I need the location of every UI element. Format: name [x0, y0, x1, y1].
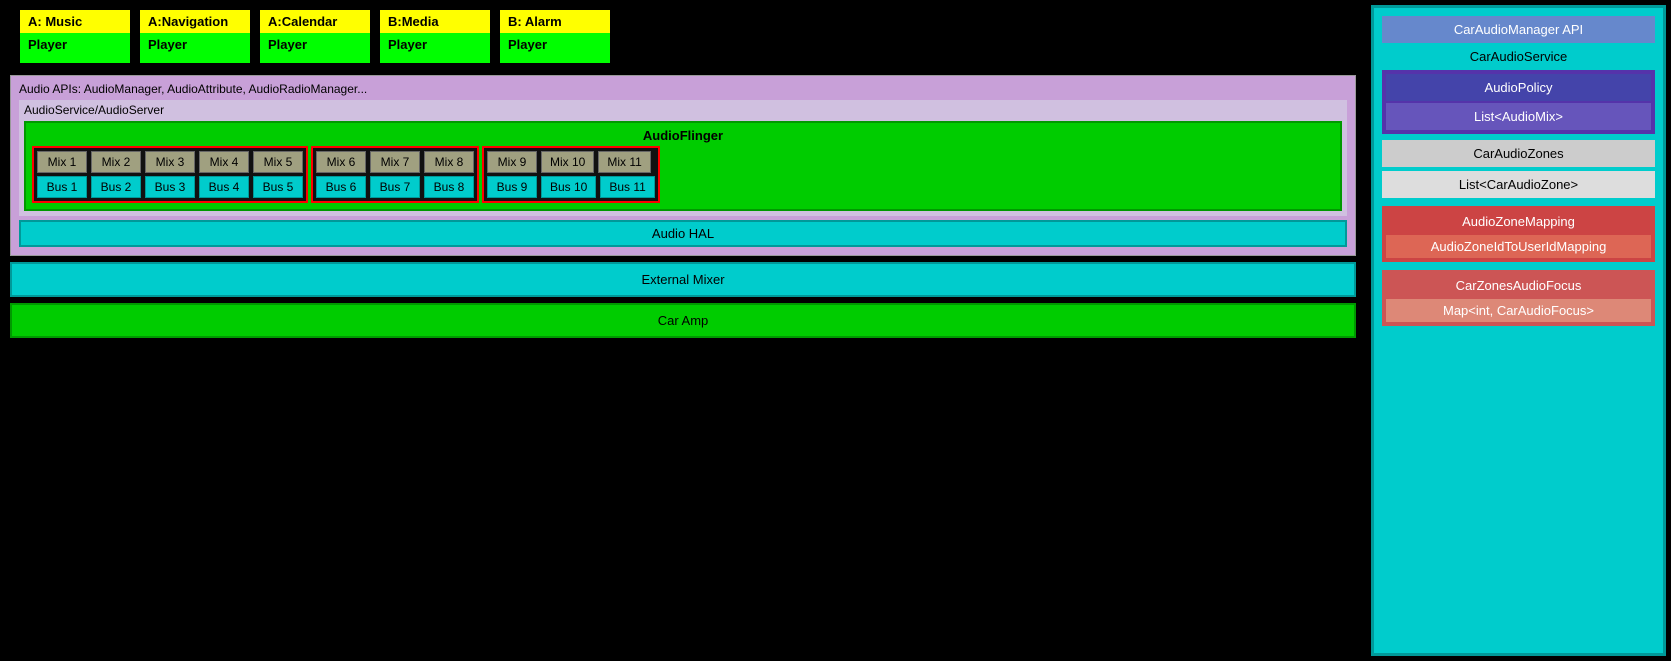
- app-label-music: A: Music: [20, 10, 130, 33]
- bus11: Bus 11: [600, 176, 654, 198]
- car-audio-manager-api: CarAudioManager API: [1382, 16, 1655, 43]
- app-label-alarm: B: Alarm: [500, 10, 610, 33]
- zone2-mix-row: Mix 6 Mix 7 Mix 8: [316, 151, 474, 173]
- audio-policy-group: AudioPolicy List<AudioMix>: [1382, 70, 1655, 134]
- zone1-block: Mix 1 Mix 2 Mix 3 Mix 4 Mix 5 Bus 1 Bus …: [32, 146, 308, 203]
- zone2-block: Mix 6 Mix 7 Mix 8 Bus 6 Bus 7 Bus 8: [311, 146, 479, 203]
- zone3-block: Mix 9 Mix 10 Mix 11 Bus 9 Bus 10 Bus 11: [482, 146, 660, 203]
- player-box-navigation: Player: [140, 33, 250, 63]
- zone1-mix-row: Mix 1 Mix 2 Mix 3 Mix 4 Mix 5: [37, 151, 303, 173]
- mix5: Mix 5: [253, 151, 303, 173]
- zone3-bus-row: Bus 9 Bus 10 Bus 11: [487, 176, 655, 198]
- audio-zone-mapping: AudioZoneMapping: [1386, 210, 1651, 233]
- audio-service-label: AudioService/AudioServer: [24, 103, 1342, 117]
- car-audio-service-label: CarAudioService: [1382, 47, 1655, 66]
- mix3: Mix 3: [145, 151, 195, 173]
- bus5: Bus 5: [253, 176, 303, 198]
- mix4: Mix 4: [199, 151, 249, 173]
- bus6: Bus 6: [316, 176, 366, 198]
- bus1: Bus 1: [37, 176, 87, 198]
- app-label-media: B:Media: [380, 10, 490, 33]
- player-box-media: Player: [380, 33, 490, 63]
- mix1: Mix 1: [37, 151, 87, 173]
- bus8: Bus 8: [424, 176, 474, 198]
- list-car-audio-zone: List<CarAudioZone>: [1382, 171, 1655, 198]
- audio-zone-id-mapping: AudioZoneIdToUserIdMapping: [1386, 235, 1651, 258]
- mix7: Mix 7: [370, 151, 420, 173]
- player-box-music: Player: [20, 33, 130, 63]
- app-player-music: A: Music Player: [20, 10, 130, 63]
- mix8: Mix 8: [424, 151, 474, 173]
- audio-service-layer: AudioService/AudioServer AudioFlinger Mi…: [19, 100, 1347, 216]
- main-diagram: A: Music Player A:Navigation Player A:Ca…: [0, 0, 1366, 661]
- audio-policy: AudioPolicy: [1386, 74, 1651, 101]
- layers-container: Audio APIs: AudioManager, AudioAttribute…: [10, 75, 1356, 256]
- bus3: Bus 3: [145, 176, 195, 198]
- mix10: Mix 10: [541, 151, 594, 173]
- audioflinger-container: AudioFlinger Mix 1 Mix 2 Mix 3 Mix 4 Mix…: [24, 121, 1342, 211]
- zone2-bus-row: Bus 6 Bus 7 Bus 8: [316, 176, 474, 198]
- audioflinger-label: AudioFlinger: [32, 125, 1334, 146]
- bus4: Bus 4: [199, 176, 249, 198]
- app-label-calendar: A:Calendar: [260, 10, 370, 33]
- bus2: Bus 2: [91, 176, 141, 198]
- car-audio-zones: CarAudioZones: [1382, 140, 1655, 167]
- mix11: Mix 11: [598, 151, 650, 173]
- bus10: Bus 10: [541, 176, 596, 198]
- mix6: Mix 6: [316, 151, 366, 173]
- app-player-navigation: A:Navigation Player: [140, 10, 250, 63]
- app-player-alarm: B: Alarm Player: [500, 10, 610, 63]
- player-box-calendar: Player: [260, 33, 370, 63]
- external-mixer-layer: External Mixer: [10, 262, 1356, 297]
- app-label-navigation: A:Navigation: [140, 10, 250, 33]
- app-player-media: B:Media Player: [380, 10, 490, 63]
- list-audiomix: List<AudioMix>: [1386, 103, 1651, 130]
- zone3-mix-row: Mix 9 Mix 10 Mix 11: [487, 151, 655, 173]
- map-car-audio-focus: Map<int, CarAudioFocus>: [1386, 299, 1651, 322]
- audio-hal-layer: Audio HAL: [19, 220, 1347, 247]
- zone1-bus-row: Bus 1 Bus 2 Bus 3 Bus 4 Bus 5: [37, 176, 303, 198]
- right-panel: CarAudioManager API CarAudioService Audi…: [1371, 5, 1666, 656]
- bus7: Bus 7: [370, 176, 420, 198]
- app-player-calendar: A:Calendar Player: [260, 10, 370, 63]
- audio-zone-mapping-group: AudioZoneMapping AudioZoneIdToUserIdMapp…: [1382, 206, 1655, 262]
- mix-bus-area: Mix 1 Mix 2 Mix 3 Mix 4 Mix 5 Bus 1 Bus …: [32, 146, 1334, 203]
- car-zones-audio-focus: CarZonesAudioFocus: [1386, 274, 1651, 297]
- bus9: Bus 9: [487, 176, 537, 198]
- car-zones-focus-group: CarZonesAudioFocus Map<int, CarAudioFocu…: [1382, 270, 1655, 326]
- app-players-row: A: Music Player A:Navigation Player A:Ca…: [20, 10, 1356, 63]
- player-box-alarm: Player: [500, 33, 610, 63]
- mix9: Mix 9: [487, 151, 537, 173]
- mix2: Mix 2: [91, 151, 141, 173]
- car-amp-layer: Car Amp: [10, 303, 1356, 338]
- audio-apis-label: Audio APIs: AudioManager, AudioAttribute…: [19, 82, 1347, 96]
